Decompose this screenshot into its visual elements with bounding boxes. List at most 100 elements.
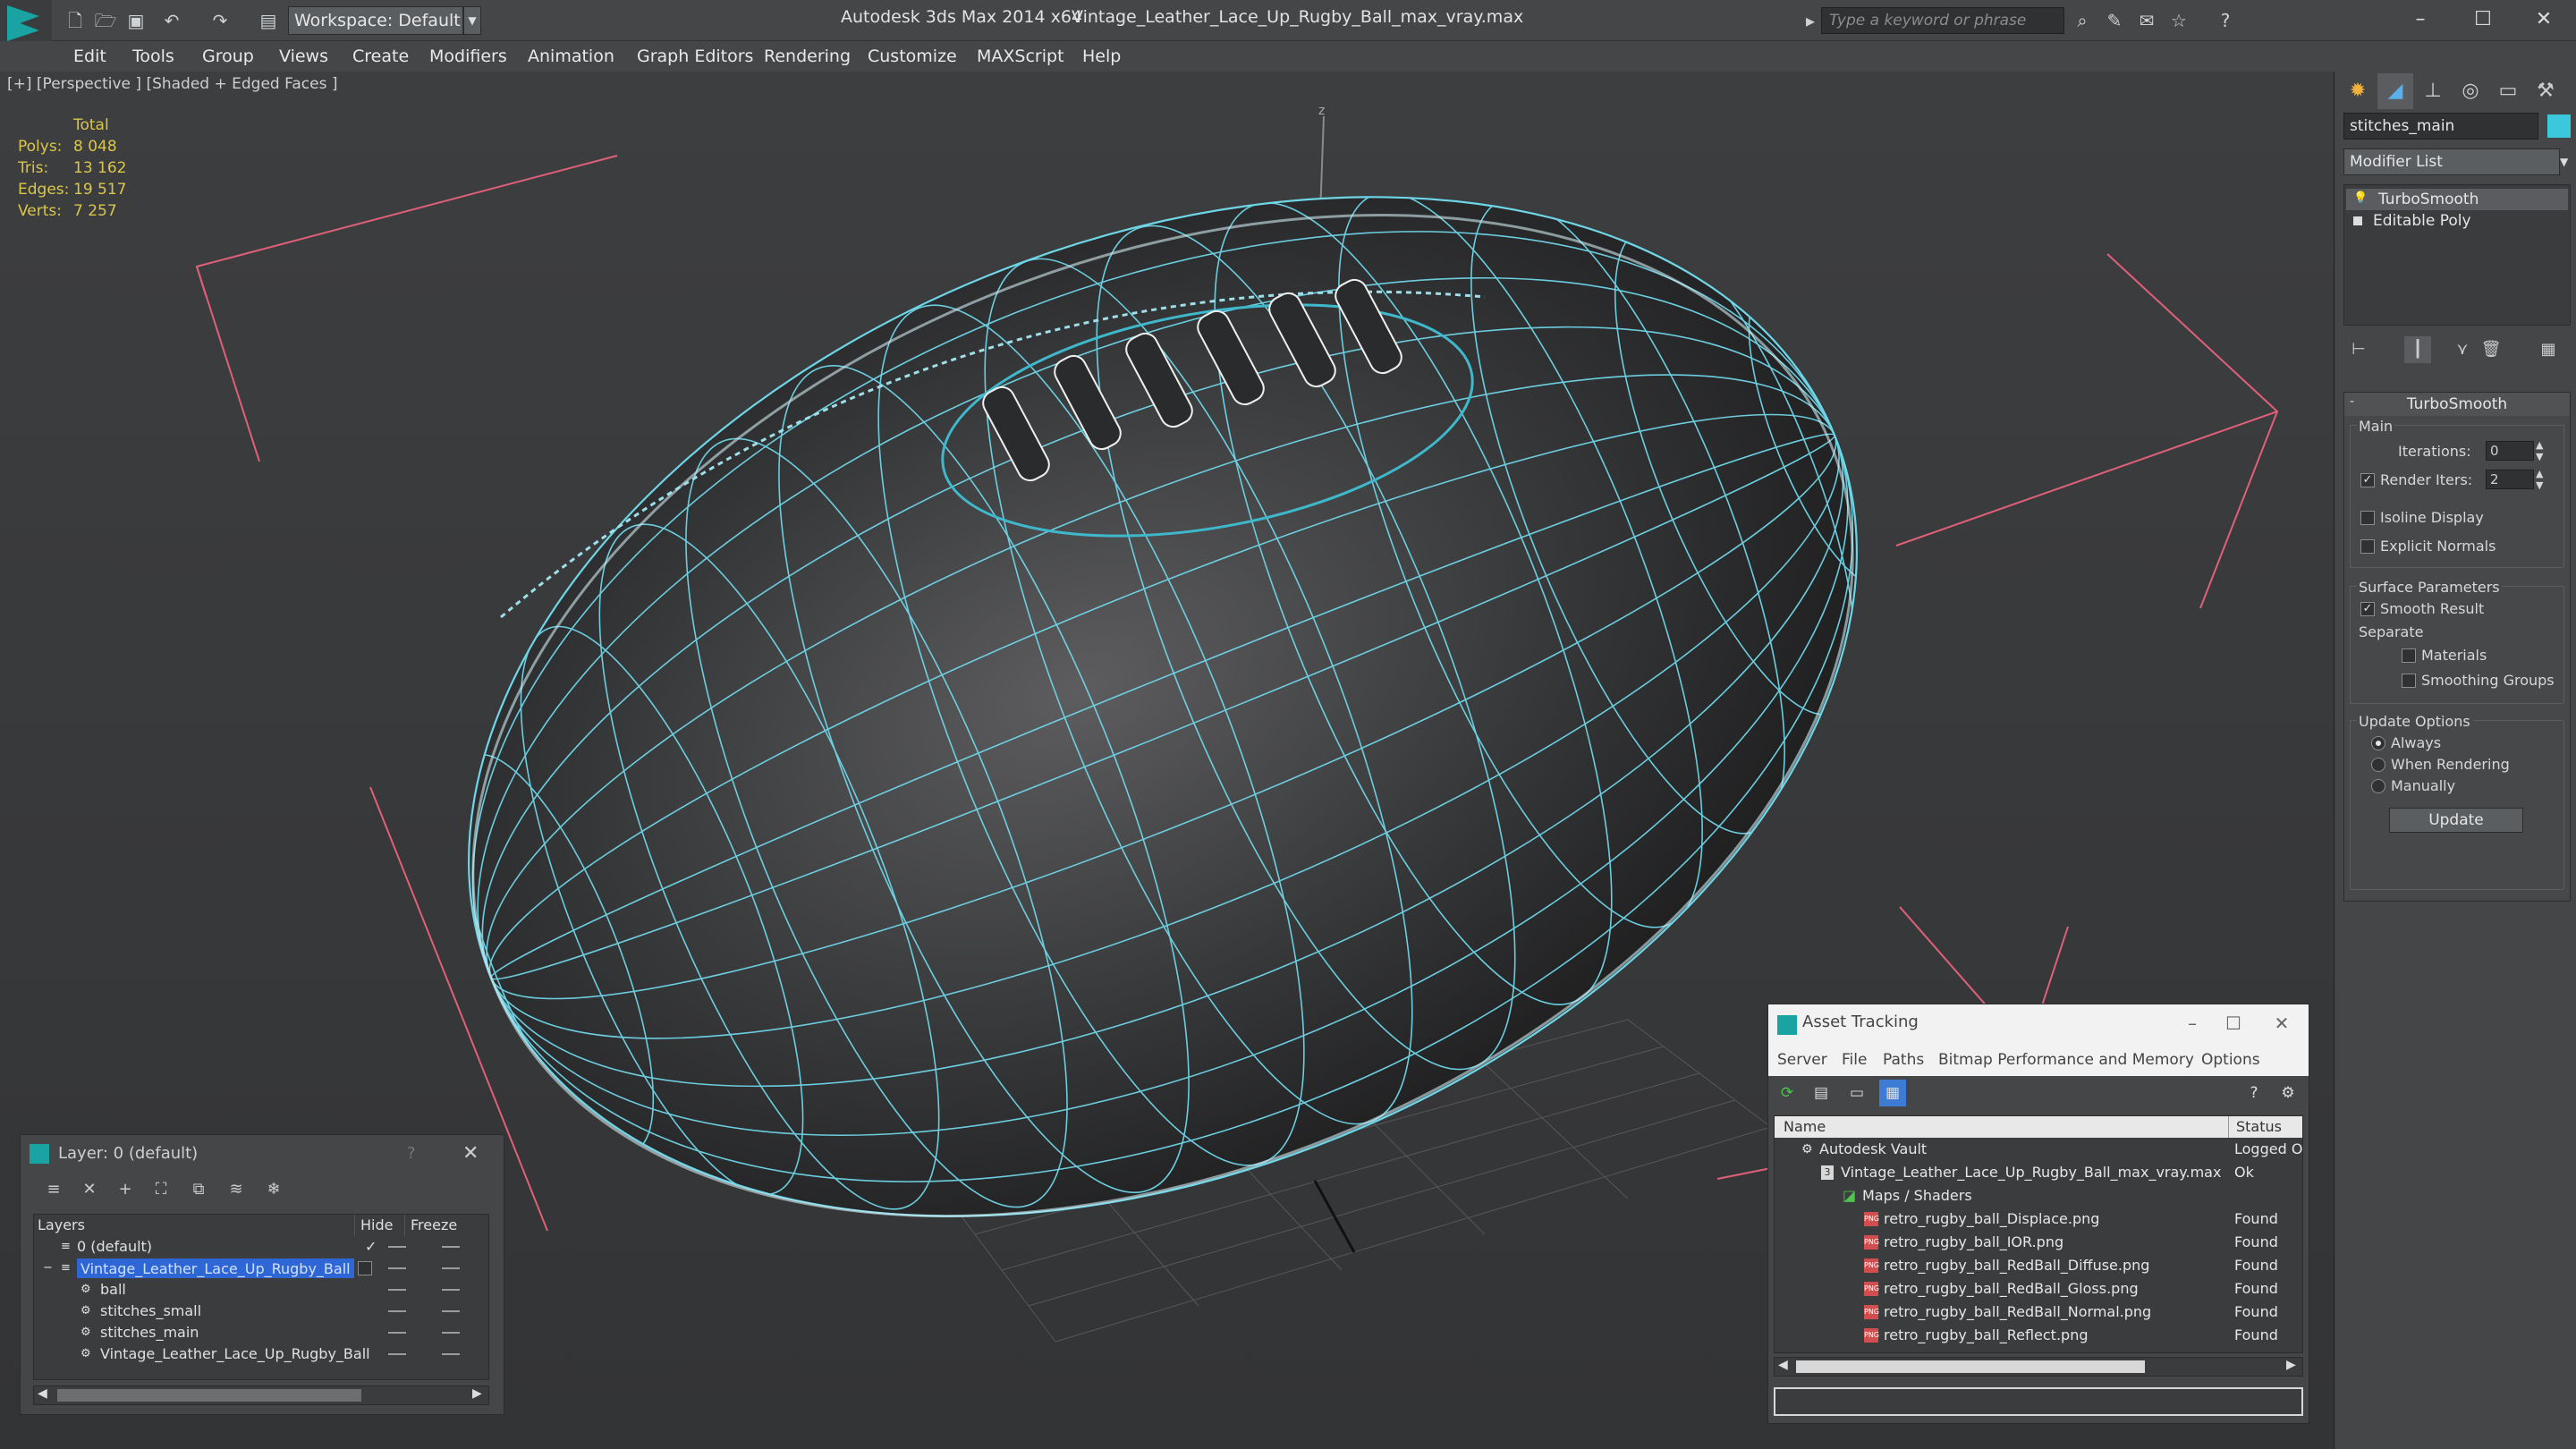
menu-rendering[interactable]: Rendering: [764, 41, 851, 72]
col-freeze[interactable]: Freeze: [404, 1215, 457, 1236]
layer-row[interactable]: ⚙ stitches_main: [34, 1322, 488, 1343]
minimize-icon[interactable]: –: [2174, 1010, 2210, 1037]
asset-row[interactable]: PNG retro_rugby_ball_Displace.png Found: [1775, 1208, 2302, 1231]
check-icon[interactable]: ✓: [365, 1236, 377, 1258]
maximize-icon[interactable]: ☐: [2456, 2, 2510, 38]
lightbulb-icon[interactable]: 💡: [2353, 192, 2368, 205]
utilities-tab-icon[interactable]: ⚒: [2528, 73, 2563, 109]
scroll-right-icon[interactable]: ▶: [2286, 1358, 2296, 1372]
layer-row[interactable]: ≡ 0 (default) ✓: [34, 1236, 488, 1258]
asset-menu-server[interactable]: Server: [1777, 1044, 1827, 1076]
show-end-result-icon[interactable]: ┃: [2404, 336, 2431, 363]
create-layer-icon[interactable]: ≡: [40, 1176, 67, 1203]
materials-checkbox[interactable]: [2402, 648, 2416, 663]
save-icon[interactable]: ▣: [123, 8, 148, 33]
collapse-icon[interactable]: −: [43, 1258, 53, 1279]
layer-row[interactable]: − ≡ Vintage_Leather_Lace_Up_Rugby_Ball: [34, 1258, 488, 1279]
modifier-list-dropdown[interactable]: Modifier List: [2343, 148, 2560, 175]
scroll-right-icon[interactable]: ▶: [472, 1386, 482, 1401]
asset-menu-paths[interactable]: Paths: [1883, 1044, 1924, 1076]
chevron-down-icon[interactable]: ▼: [463, 6, 481, 35]
scroll-left-icon[interactable]: ◀: [1778, 1358, 1788, 1372]
col-status[interactable]: Status: [2229, 1116, 2302, 1138]
scroll-thumb[interactable]: [1796, 1360, 2145, 1373]
menu-graph-editors[interactable]: Graph Editors: [637, 41, 753, 72]
minimize-icon[interactable]: –: [2394, 2, 2447, 38]
isoline-display-checkbox[interactable]: [2360, 511, 2375, 525]
layer-row[interactable]: ⚙ ball: [34, 1279, 488, 1301]
remove-modifier-icon[interactable]: 🗑: [2478, 336, 2504, 363]
spinner-arrows-icon[interactable]: ▲ ▼: [2536, 468, 2543, 491]
display-tab-icon[interactable]: ▭: [2490, 73, 2526, 109]
object-name-field[interactable]: stitches_main: [2343, 113, 2538, 140]
pin-stack-icon[interactable]: ⊢: [2345, 336, 2372, 363]
layer-row[interactable]: ⚙ Vintage_Leather_Lace_Up_Rugby_Ball: [34, 1343, 488, 1365]
close-icon[interactable]: ✕: [462, 1142, 479, 1165]
scroll-thumb[interactable]: [57, 1389, 361, 1402]
menu-tools[interactable]: Tools: [132, 41, 174, 72]
menu-views[interactable]: Views: [279, 41, 328, 72]
asset-row[interactable]: PNG retro_rugby_ball_RedBall_Diffuse.png…: [1775, 1254, 2302, 1277]
menu-customize[interactable]: Customize: [868, 41, 957, 72]
update-button[interactable]: Update: [2389, 808, 2523, 833]
open-file-icon[interactable]: 🗁: [93, 8, 118, 33]
col-name[interactable]: Name: [1775, 1116, 2229, 1138]
refresh-icon[interactable]: ⟳: [1774, 1080, 1801, 1106]
help-icon[interactable]: ?: [2241, 1080, 2267, 1106]
render-iters-checkbox[interactable]: ✓: [2360, 473, 2375, 487]
hide-all-layers-icon[interactable]: ≋: [223, 1176, 250, 1203]
new-file-icon[interactable]: 🗋: [63, 8, 88, 33]
add-to-layer-icon[interactable]: +: [112, 1176, 139, 1203]
asset-row[interactable]: 3 Vintage_Leather_Lace_Up_Rugby_Ball_max…: [1775, 1161, 2302, 1184]
motion-tab-icon[interactable]: ◎: [2453, 73, 2488, 109]
workspace-select[interactable]: Workspace: Default: [288, 6, 463, 35]
chevron-down-icon[interactable]: ▼: [2560, 148, 2571, 175]
settings-icon[interactable]: ⚙: [2275, 1080, 2301, 1106]
always-radio[interactable]: [2371, 736, 2385, 750]
freeze-all-layers-icon[interactable]: ❄: [260, 1176, 287, 1203]
viewport-label[interactable]: [+] [Perspective ] [Shaded + Edged Faces…: [7, 75, 337, 93]
undo-icon[interactable]: ↶: [159, 8, 184, 33]
maximize-icon[interactable]: ☐: [2216, 1010, 2251, 1037]
select-objects-icon[interactable]: ⛶: [148, 1176, 174, 1203]
expand-icon[interactable]: [2353, 216, 2362, 225]
asset-row[interactable]: ◪ Maps / Shaders: [1775, 1184, 2302, 1208]
iterations-spinner[interactable]: 0: [2486, 441, 2534, 461]
project-folder-icon[interactable]: ▤: [256, 8, 281, 33]
scroll-left-icon[interactable]: ◀: [38, 1386, 47, 1401]
table-view-icon[interactable]: ▦: [1879, 1080, 1906, 1106]
communication-icon[interactable]: ✉: [2134, 8, 2159, 33]
object-color-swatch[interactable]: [2547, 114, 2571, 138]
smoothing-groups-checkbox[interactable]: [2402, 674, 2416, 688]
layer-row[interactable]: ⚙ stitches_small: [34, 1301, 488, 1322]
make-unique-icon[interactable]: ⋎: [2449, 336, 2476, 363]
menu-create[interactable]: Create: [352, 41, 409, 72]
asset-menu-file[interactable]: File: [1842, 1044, 1867, 1076]
favorites-star-icon[interactable]: ☆: [2166, 8, 2191, 33]
create-tab-icon[interactable]: ✹: [2340, 73, 2376, 109]
help-icon[interactable]: ?: [2213, 8, 2238, 33]
layer-hscrollbar[interactable]: ◀ ▶: [33, 1385, 489, 1405]
menu-modifiers[interactable]: Modifiers: [429, 41, 507, 72]
menu-group[interactable]: Group: [202, 41, 254, 72]
list-view-icon[interactable]: ▤: [1808, 1080, 1835, 1106]
hierarchy-tab-icon[interactable]: ⊥: [2415, 73, 2451, 109]
col-hide[interactable]: Hide: [354, 1215, 393, 1236]
close-icon[interactable]: ✕: [2264, 1010, 2300, 1037]
when-rendering-radio[interactable]: [2371, 758, 2385, 772]
stack-item-turbosmooth[interactable]: 💡 TurboSmooth: [2346, 189, 2568, 210]
asset-path-field[interactable]: [1774, 1387, 2303, 1416]
menu-maxscript[interactable]: MAXScript: [977, 41, 1064, 72]
asset-row[interactable]: PNG retro_rugby_ball_RedBall_Normal.png …: [1775, 1301, 2302, 1324]
asset-menu-options[interactable]: Options: [2201, 1044, 2260, 1076]
col-layers[interactable]: Layers: [38, 1215, 85, 1236]
current-layer-checkbox[interactable]: [358, 1261, 372, 1275]
smooth-result-checkbox[interactable]: ✓: [2360, 602, 2375, 616]
asset-row[interactable]: PNG retro_rugby_ball_RedBall_Gloss.png F…: [1775, 1277, 2302, 1301]
asset-hscrollbar[interactable]: ◀ ▶: [1774, 1357, 2303, 1377]
configure-sets-icon[interactable]: ▦: [2535, 336, 2562, 363]
close-icon[interactable]: ✕: [2517, 2, 2571, 38]
binoculars-icon[interactable]: ⌕: [2070, 8, 2095, 33]
stack-item-editable-poly[interactable]: Editable Poly: [2346, 210, 2568, 232]
search-input[interactable]: Type a keyword or phrase: [1821, 7, 2064, 34]
